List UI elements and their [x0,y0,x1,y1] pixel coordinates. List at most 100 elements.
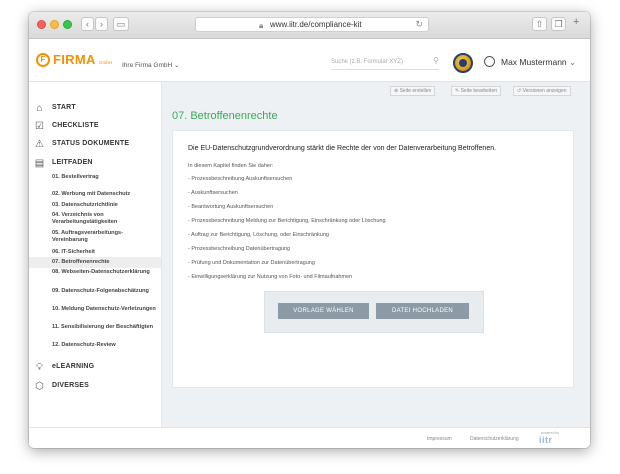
address-bar[interactable]: 🔒︎ www.iitr.de/compliance-kit ↻ [195,17,429,32]
sidebar-item-label: DIVERSES [52,382,89,389]
choose-template-button[interactable]: VORLAGE WÄHLEN [278,303,369,319]
history-icon: ↺ [517,88,522,94]
sidebar-subitem-08[interactable]: 08. Webseiten-Datenschutzerklärung [29,269,161,285]
edit-page-label: Seite bearbeiten [460,88,498,94]
action-panel: VORLAGE WÄHLEN DATEI HOCHLADEN [264,291,484,333]
list-item: - Prozessbeschreibung Auskunftsersuchen [188,176,293,182]
list-item: - Prüfung und Dokumentation zur Datenübe… [188,260,315,266]
list-item: - Prozessbeschreibung Datenübertragung [188,246,291,252]
create-page-label: Seite erstellen [399,88,432,94]
back-icon[interactable]: ‹ [81,17,94,31]
intro-text: Die EU-Datenschutzgrundverordnung stärkt… [188,145,497,152]
chevron-down-icon: ⌄ [174,62,180,69]
sidebar-item-leitfaden[interactable]: ▤ LEITFADEN [29,157,161,171]
list-item: - Beantwortung Auskunftsersuchen [188,204,274,210]
sidebar-item-checkliste[interactable]: ☑ CHECKLISTE [29,120,161,134]
sidebar-subitem-03[interactable]: 03. Datenschutzrichtlinie [29,202,161,211]
user-icon[interactable] [484,56,495,67]
sidebar-item-label: STATUS DOKUMENTE [52,140,130,147]
sidebar-subitem-05[interactable]: 05. Auftragsverarbeitungs-Vereinbarung [29,230,161,246]
impressum-link[interactable]: Impressum [427,436,452,442]
search-icon[interactable]: ⚲ [433,56,439,66]
sidebar-subitem-label: 03. Datenschutzrichtlinie [52,202,118,208]
logo-icon[interactable]: F [36,53,50,67]
checklist-icon: ☑ [35,121,44,132]
sidebar-subitem-label: 06. IT-Sicherheit [52,249,95,255]
list-item: - Auskunftsersuchen [188,190,238,196]
page-actions: ⊕ Seite erstellen ✎ Seite bearbeiten ↺ V… [162,86,590,96]
search-input[interactable]: Suche (z.B. Formular XYZ) ⚲ [331,56,439,70]
sidebar-subitem-11[interactable]: 11. Sensibilisierung der Beschäftigten [29,324,161,340]
list-item: - Einwilligungserklärung zur Nutzung von… [188,274,353,280]
sidebar-subitem-label: 04. Verzeichnis von Verarbeitungstätigke… [52,212,118,225]
reload-icon[interactable]: ↻ [415,18,423,31]
privacy-link[interactable]: Datenschutzerklärung [470,436,519,442]
tabs-icon[interactable]: ❐ [551,17,566,31]
show-versions-button[interactable]: ↺ Versionen anzeigen [513,86,571,96]
logo-sub: GmbH [99,60,113,65]
sidebar-subitem-12[interactable]: 12. Datenschutz-Review [29,342,161,351]
site-footer: Impressum Datenschutzerklärung powered b… [29,427,590,448]
sidebar-item-label: eLEARNING [52,363,95,370]
forward-icon[interactable]: › [95,17,108,31]
minimize-window-button[interactable] [50,20,59,29]
warning-icon: ⚠ [35,139,44,150]
sidebar-item-label: START [52,104,76,111]
sidebar-subitem-label: 05. Auftragsverarbeitungs-Vereinbarung [52,230,123,243]
sidebar-item-diverses[interactable]: ⬡ DIVERSES [29,380,161,394]
address-bar-url: www.iitr.de/compliance-kit [270,20,362,29]
search-placeholder: Suche (z.B. Formular XYZ) [331,59,404,65]
sidebar-subitem-07[interactable]: 07. Betroffenenrechte [29,257,161,268]
company-name: Ihre Firma GmbH [122,62,173,69]
sidebar-subitem-09[interactable]: 09. Datenschutz-Folgenabschätzung [29,288,161,304]
sidebar-item-label: CHECKLISTE [52,122,99,129]
iitr-logo-text: iitr [539,435,553,445]
content-card: Die EU-Datenschutzgrundverordnung stärkt… [172,130,574,388]
sidebar-item-status[interactable]: ⚠ STATUS DOKUMENTE [29,138,161,152]
lock-icon: 🔒︎ [259,21,264,30]
sidebar-subitem-label: 09. Datenschutz-Folgenabschätzung [52,288,149,294]
main-content: ⊕ Seite erstellen ✎ Seite bearbeiten ↺ V… [162,82,590,427]
share-icon[interactable]: ⇧ [532,17,547,31]
sidebar-subitem-01[interactable]: 01. Bestellvertrag [29,174,161,183]
site-header: F FIRMA GmbH Ihre Firma GmbH ⌄ Suche (z.… [29,39,590,82]
sidebar-subitem-label: 01. Bestellvertrag [52,174,99,180]
certificate-seal-icon [453,53,473,73]
plus-icon: ⊕ [394,88,399,94]
sidebar: ⌂ START ☑ CHECKLISTE ⚠ STATUS DOKUMENTE … [29,82,162,427]
chevron-down-icon: ⌄ [569,57,577,67]
sidebar-subitem-04[interactable]: 04. Verzeichnis von Verarbeitungstätigke… [29,212,161,228]
logo-text[interactable]: FIRMA [53,52,96,67]
sidebar-subitem-02[interactable]: 02. Werbung mit Datenschutz [29,191,161,200]
sidebar-subitem-label: 11. Sensibilisierung der Beschäftigten [52,324,154,330]
close-window-button[interactable] [37,20,46,29]
show-versions-label: Versionen anzeigen [522,88,567,94]
sidebar-subitem-label: 02. Werbung mit Datenschutz [52,191,131,197]
upload-file-button[interactable]: DATEI HOCHLADEN [376,303,469,319]
browser-toolbar: ‹ › ▭ 🔒︎ www.iitr.de/compliance-kit ↻ ⇧ … [29,12,590,39]
lead-text: In diesem Kapitel finden Sie daher: [188,163,274,169]
user-menu[interactable]: Max Mustermann ⌄ [501,57,576,68]
sidebar-subitem-label: 08. Webseiten-Datenschutzerklärung [52,269,150,275]
new-tab-icon[interactable]: + [573,16,579,28]
sidebar-subitem-label: 07. Betroffenenrechte [52,259,110,265]
maximize-window-button[interactable] [63,20,72,29]
iitr-logo[interactable]: powered by iitr [539,431,571,445]
sidebar-toggle-icon[interactable]: ▭ [113,17,129,31]
sidebar-subitem-label: 12. Datenschutz-Review [52,342,116,348]
company-selector[interactable]: Ihre Firma GmbH ⌄ [122,61,179,69]
edit-page-button[interactable]: ✎ Seite bearbeiten [451,86,502,96]
create-page-button[interactable]: ⊕ Seite erstellen [390,86,436,96]
lightbulb-icon: 💡︎ [36,362,43,373]
list-item: - Prozessbeschreibung Meldung zur Berich… [188,218,386,224]
sidebar-item-elearning[interactable]: 💡︎ eLEARNING [29,361,161,375]
page-title: 07. Betroffenenrechte [172,110,278,122]
user-name: Max Mustermann [501,57,567,67]
browser-window: ‹ › ▭ 🔒︎ www.iitr.de/compliance-kit ↻ ⇧ … [29,12,590,448]
home-icon: ⌂ [36,103,43,114]
sidebar-subitem-10[interactable]: 10. Meldung Datenschutz-Verletzungen [29,306,161,322]
cube-icon: ⬡ [35,381,44,392]
sidebar-item-start[interactable]: ⌂ START [29,102,161,116]
sidebar-subitem-label: 10. Meldung Datenschutz-Verletzungen [52,306,156,312]
list-item: - Auftrag zur Berichtigung, Löschung, od… [188,232,329,238]
